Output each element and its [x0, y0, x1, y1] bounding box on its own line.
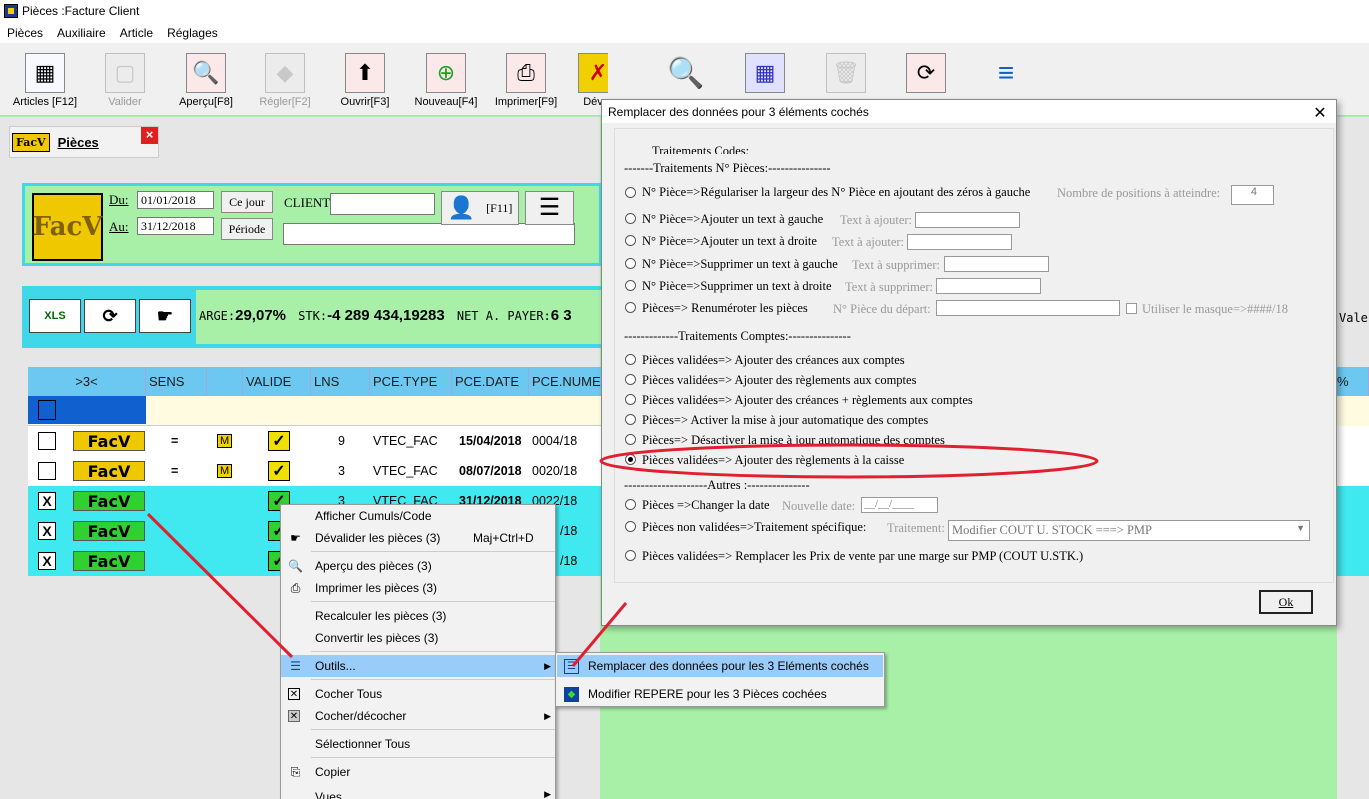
annotation-overlay [146, 443, 1099, 667]
highlight-ellipse [599, 443, 1099, 479]
annotation-line-2 [571, 602, 628, 667]
annotation-line-1 [146, 512, 294, 659]
